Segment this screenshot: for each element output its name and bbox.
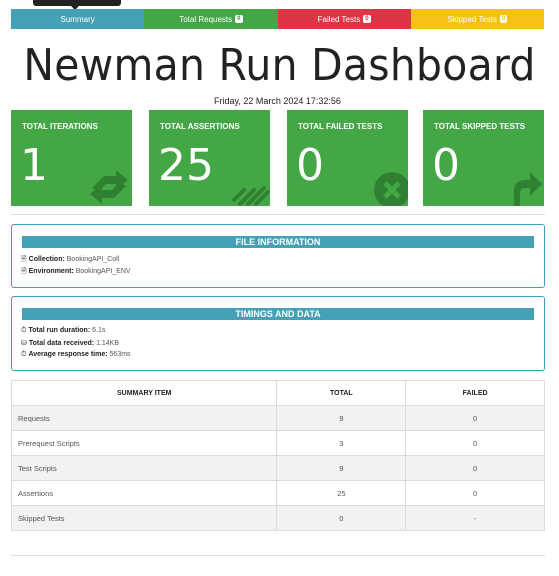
- row-failed: 0: [405, 480, 545, 506]
- table-row: Test Scripts 9 0: [10, 455, 545, 481]
- card-value: 0: [296, 140, 324, 191]
- data-received-value: 1.14KB: [96, 340, 120, 347]
- environment-label: Environment:: [28, 268, 74, 275]
- duration-line: ⏱ Total run duration: 6.1s: [21, 327, 105, 335]
- file-icon: 🗎: [21, 268, 27, 275]
- database-icon: ⛁: [21, 340, 27, 347]
- card-total-iterations: TOTAL ITERATIONS 1: [11, 110, 132, 206]
- timings-panel: TIMINGS AND DATA ⏱ Total run duration: 6.…: [11, 296, 545, 371]
- sync-icon: [90, 170, 128, 204]
- row-item: Skipped Tests: [10, 505, 278, 531]
- data-received-line: ⛁ Total data received: 1.14KB: [21, 339, 119, 347]
- environment-line: 🗎 Environment: BookingAPI_ENV: [21, 267, 131, 278]
- card-label: TOTAL SKIPPED TESTS: [434, 122, 526, 131]
- card-value: 25: [158, 140, 214, 191]
- collection-line: 🗎 Collection: BookingAPI_Coll: [21, 255, 119, 266]
- duration-value: 6.1s: [92, 327, 106, 334]
- stopwatch-icon: ⏱: [21, 327, 27, 334]
- column-header-summary-item: SUMMARY ITEM: [10, 380, 278, 406]
- row-failed: 0: [405, 455, 545, 481]
- times-circle-icon: [374, 172, 408, 206]
- collection-label: Collection:: [28, 256, 65, 263]
- row-total: 25: [276, 480, 407, 506]
- row-item: Assertions: [10, 480, 278, 506]
- tab-skipped-tests[interactable]: Skipped Tests 0: [410, 9, 544, 29]
- total-requests-badge: 9: [235, 15, 243, 23]
- list-icon: [232, 186, 270, 206]
- row-failed: 0: [405, 430, 545, 456]
- tab-failed-tests[interactable]: Failed Tests 0: [277, 9, 411, 29]
- tab-bar: Summary Total Requests 9 Failed Tests 0 …: [11, 9, 544, 29]
- table-row: Assertions 25 0: [10, 480, 545, 506]
- timings-heading: TIMINGS AND DATA: [22, 308, 534, 320]
- tab-summary-label: Summary: [60, 14, 95, 24]
- table-header-row: SUMMARY ITEM TOTAL FAILED: [10, 380, 545, 406]
- tab-total-requests[interactable]: Total Requests 9: [144, 9, 278, 29]
- row-failed: 0: [405, 405, 545, 431]
- environment-value: BookingAPI_ENV: [75, 268, 131, 275]
- run-datetime: Friday, 22 March 2024 17:32:56: [214, 96, 341, 106]
- file-icon: 🗎: [21, 256, 27, 263]
- card-total-assertions: TOTAL ASSERTIONS 25: [149, 110, 270, 206]
- row-failed: -: [405, 505, 545, 531]
- failed-tests-badge: 0: [363, 15, 371, 23]
- stopwatch-icon: ⏱: [21, 351, 27, 358]
- row-total: 9: [276, 405, 407, 431]
- card-label: TOTAL ITERATIONS: [22, 122, 98, 131]
- response-time-value: 563ms: [109, 351, 131, 358]
- divider: [11, 214, 545, 215]
- card-label: TOTAL FAILED TESTS: [298, 122, 383, 131]
- duration-label: Total run duration:: [28, 327, 91, 334]
- tab-total-requests-label: Total Requests: [179, 14, 233, 24]
- page-title: Newman Run Dashboard: [23, 40, 536, 91]
- divider: [11, 555, 545, 556]
- file-information-panel: FILE INFORMATION 🗎 Collection: BookingAPI…: [11, 224, 545, 288]
- table-row: Skipped Tests 0 -: [10, 505, 545, 531]
- data-received-label: Total data received:: [28, 340, 95, 347]
- collection-value: BookingAPI_Coll: [66, 256, 120, 263]
- card-value: 1: [20, 140, 48, 191]
- row-item: Prerequest Scripts: [10, 430, 278, 456]
- file-information-heading: FILE INFORMATION: [22, 236, 534, 248]
- share-arrow-icon: [514, 172, 542, 206]
- table-row: Prerequest Scripts 3 0: [10, 430, 545, 456]
- response-time-label: Average response time:: [28, 351, 108, 358]
- card-label: TOTAL ASSERTIONS: [160, 122, 240, 131]
- card-total-failed-tests: TOTAL FAILED TESTS 0: [287, 110, 408, 206]
- tab-skipped-tests-label: Skipped Tests: [447, 14, 498, 24]
- row-total: 9: [276, 455, 407, 481]
- response-time-line: ⏱ Average response time: 563ms: [21, 351, 131, 359]
- card-total-skipped-tests: TOTAL SKIPPED TESTS 0: [423, 110, 544, 206]
- table-row: Requests 9 0: [10, 405, 545, 431]
- row-item: Test Scripts: [10, 455, 278, 481]
- row-total: 0: [276, 505, 407, 531]
- skipped-tests-badge: 0: [500, 15, 508, 23]
- card-value: 0: [432, 140, 460, 191]
- tab-summary[interactable]: Summary: [11, 9, 145, 29]
- tab-failed-tests-label: Failed Tests: [317, 14, 361, 24]
- stat-cards: TOTAL ITERATIONS 1 TOTAL ASSERTIONS 25 T…: [11, 110, 545, 206]
- summary-table: SUMMARY ITEM TOTAL FAILED Requests 9 0 P…: [10, 380, 545, 531]
- column-header-failed: FAILED: [405, 380, 545, 406]
- row-total: 3: [276, 430, 407, 456]
- row-item: Requests: [10, 405, 278, 431]
- column-header-total: TOTAL: [276, 380, 407, 406]
